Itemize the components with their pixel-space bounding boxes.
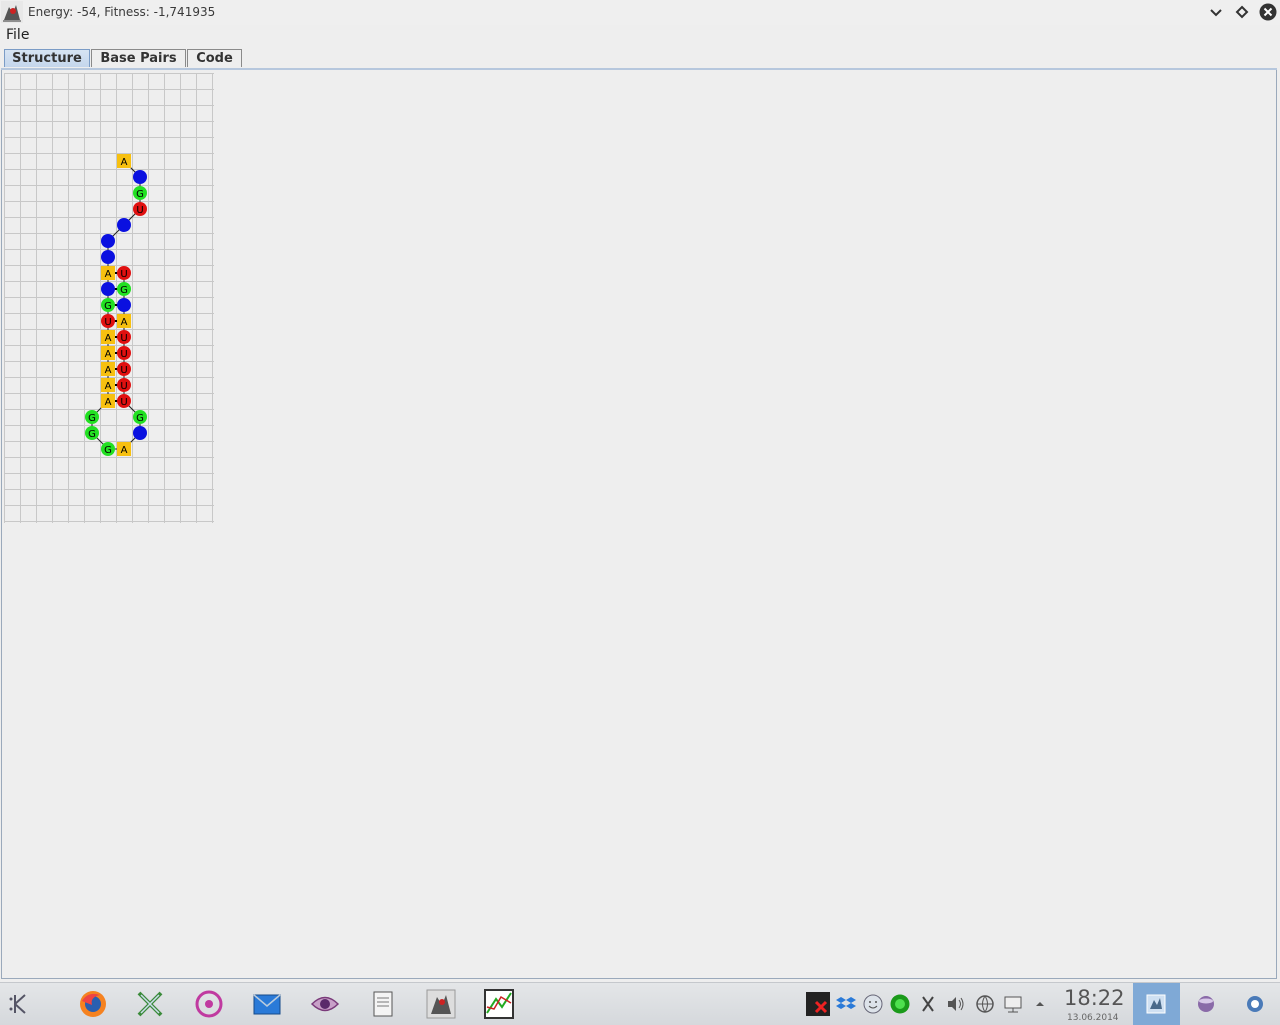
svg-text:G: G [104,301,112,312]
nucleotide-G: G [85,410,99,424]
arrow-up-icon[interactable] [1030,994,1050,1014]
xmind-icon[interactable] [135,989,165,1019]
svg-text:U: U [120,397,127,408]
nucleotide-U: U [117,330,131,344]
tab-divider [1,68,1277,70]
svg-text:U: U [120,381,127,392]
svg-text:A: A [105,349,112,360]
nucleotide-C [101,250,115,264]
show-desktop-icon[interactable] [1245,994,1265,1014]
nucleotide-U: U [101,314,115,328]
nucleotide-U: U [117,346,131,360]
clock-date[interactable]: 13.06.2014 [1067,1013,1119,1023]
nucleotide-G: G [133,410,147,424]
nucleotide-C [117,218,131,232]
scissors-icon[interactable] [918,994,938,1014]
svg-text:A: A [121,157,128,168]
nucleotide-C [133,170,147,184]
clock-time[interactable]: 18:22 [1064,986,1125,1010]
nucleotide-A: A [117,314,131,328]
tab-base-pairs[interactable]: Base Pairs [91,49,186,67]
green-circle-icon[interactable] [890,994,910,1014]
nucleotide-U: U [117,266,131,280]
nucleotide-U: U [117,362,131,376]
svg-text:A: A [105,397,112,408]
menu-bar: File [0,25,1280,46]
nucleotide-A: A [101,346,115,360]
nucleotide-G: G [101,442,115,456]
svg-text:G: G [88,413,96,424]
firefox-icon[interactable] [78,989,108,1019]
network-icon[interactable] [975,994,995,1014]
tab-structure[interactable]: Structure [4,49,90,67]
eye-icon[interactable] [310,989,340,1019]
svg-text:G: G [120,285,128,296]
window-title: Energy: -54, Fitness: -1,741935 [28,5,216,19]
nucleotide-U: U [117,394,131,408]
svg-text:U: U [120,269,127,280]
nucleotide-C [101,282,115,296]
tab-code[interactable]: Code [187,49,242,67]
nucleotide-G: G [117,282,131,296]
monitor-icon[interactable] [1003,994,1023,1014]
desktop-pager-active[interactable] [1133,983,1180,1025]
window-thumbnail-icon [1146,994,1166,1014]
nucleotide-A: A [101,378,115,392]
smiley-icon[interactable] [863,994,883,1014]
svg-text:A: A [105,365,112,376]
svg-text:A: A [105,269,112,280]
plot-icon[interactable] [484,989,514,1019]
java-app-icon[interactable] [1,1,23,23]
nucleotide-A: A [101,394,115,408]
red-x-icon[interactable] [806,992,830,1016]
nucleotide-U: U [133,202,147,216]
svg-text:U: U [120,365,127,376]
nucleotide-A: A [101,330,115,344]
nucleotide-A: A [117,442,131,456]
activity-icon[interactable] [1196,994,1216,1014]
nucleotide-U: U [117,378,131,392]
svg-text:U: U [120,349,127,360]
nucleotide-G: G [85,426,99,440]
svg-text:A: A [105,333,112,344]
music-player-icon[interactable] [194,989,224,1019]
svg-text:U: U [120,333,127,344]
svg-text:G: G [136,189,144,200]
nucleotide-A: A [101,266,115,280]
svg-text:A: A [105,381,112,392]
java-app-icon[interactable] [426,989,456,1019]
nucleotide-C [101,234,115,248]
minimize-icon[interactable] [1207,3,1225,21]
rna-structure-canvas: AGUAGUAAAAAGGG AGUUUUUAGU [4,73,214,523]
nucleotide-G: G [133,186,147,200]
svg-text:A: A [121,317,128,328]
svg-text:G: G [136,413,144,424]
nucleotide-A: A [117,154,131,168]
kde-menu-icon[interactable] [5,989,35,1019]
nucleotide-G: G [101,298,115,312]
svg-text:G: G [88,429,96,440]
dropbox-icon[interactable] [836,994,856,1014]
volume-icon[interactable] [946,994,966,1014]
nucleotide-A: A [101,362,115,376]
svg-text:A: A [121,445,128,456]
svg-text:U: U [104,317,111,328]
svg-text:U: U [136,205,143,216]
close-icon[interactable] [1259,3,1277,21]
maximize-icon[interactable] [1233,3,1251,21]
document-viewer-icon[interactable] [368,989,398,1019]
mail-icon[interactable] [252,989,282,1019]
taskbar: 18:22 13.06.2014 [0,982,1280,1025]
nucleotide-C [133,426,147,440]
nucleotide-C [117,298,131,312]
svg-text:G: G [104,445,112,456]
tab-strip: Structure Base Pairs Code [0,48,1280,70]
menu-file[interactable]: File [6,27,29,43]
title-bar: Energy: -54, Fitness: -1,741935 [0,0,1280,26]
